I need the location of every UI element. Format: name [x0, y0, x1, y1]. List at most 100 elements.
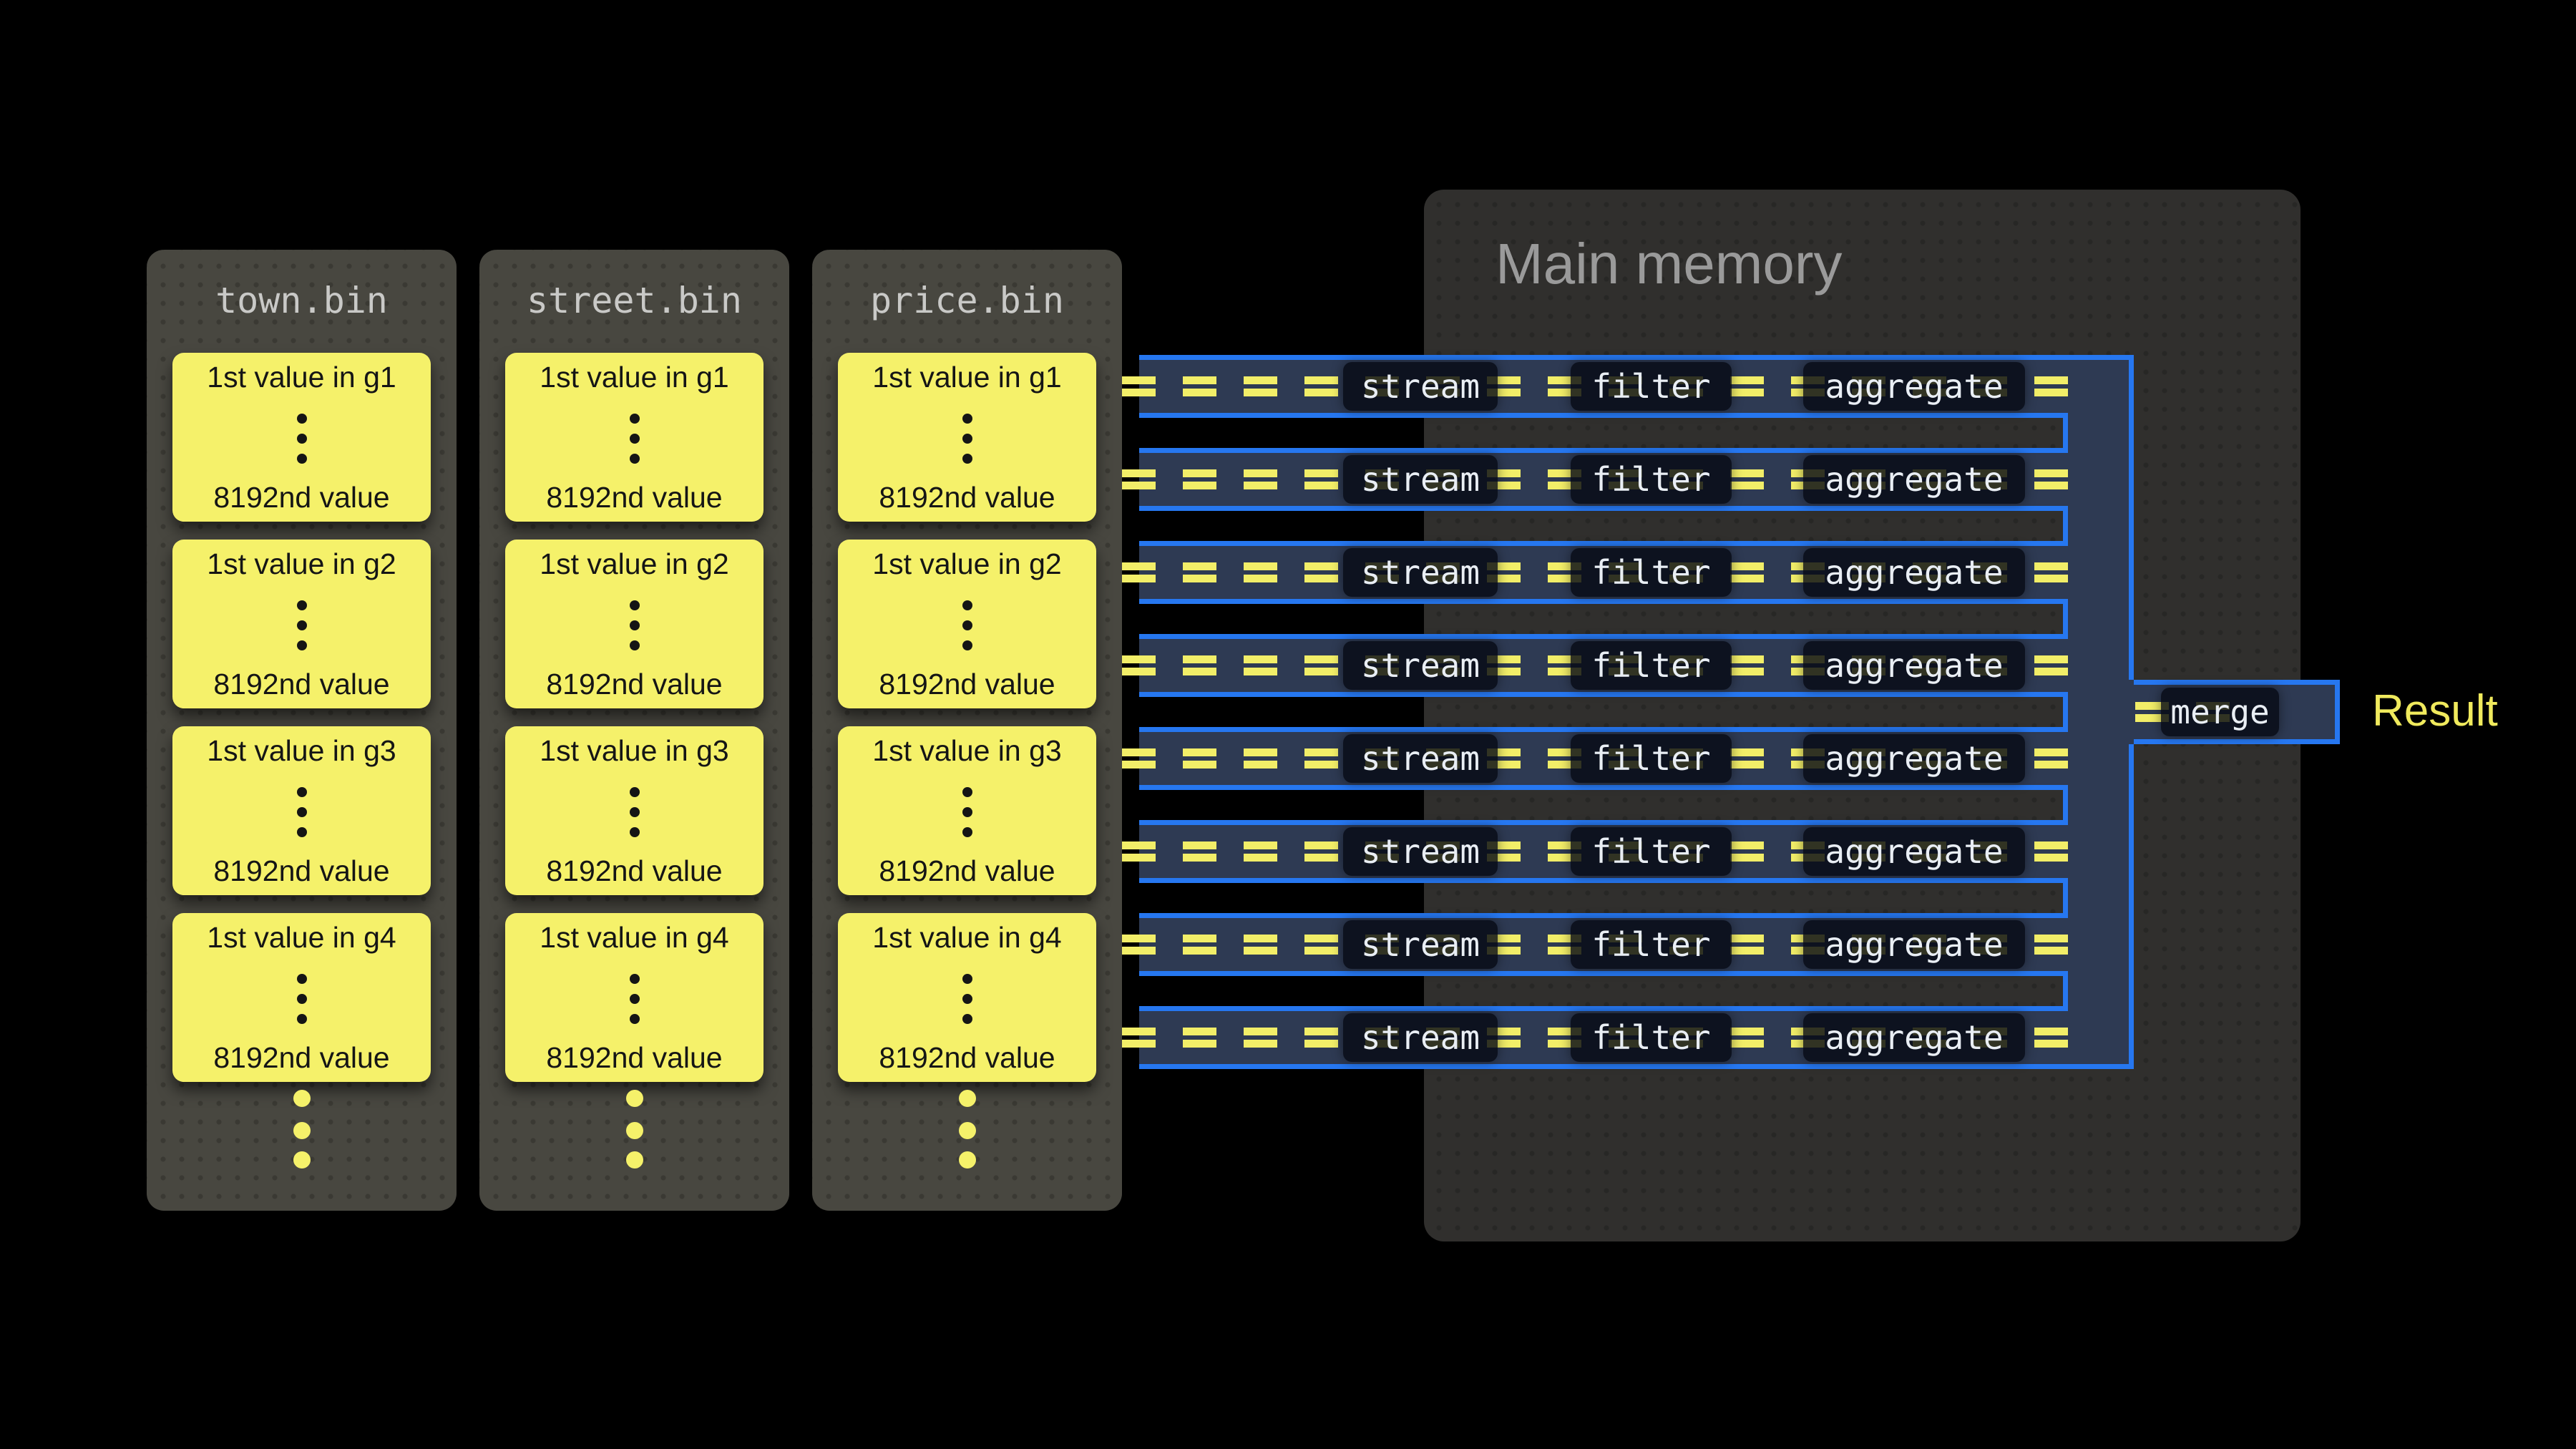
first-value-label: 1st value in g4 [505, 921, 763, 955]
block-ellipsis-dot [297, 974, 307, 984]
block-ellipsis-dot [297, 827, 307, 837]
stream-operator-label: stream [1361, 367, 1480, 406]
block-ellipsis-dot [962, 1014, 972, 1024]
aggregate-operator-box: aggregate [1803, 734, 2025, 783]
pipeline-lane: streamfilteraggregate [1139, 541, 2068, 604]
block-ellipsis-dot [962, 640, 972, 650]
stream-operator-label: stream [1361, 646, 1480, 685]
pipeline-lane: stream filter aggregate [1139, 913, 2068, 976]
value-block: 1st value in g28192nd value [172, 540, 431, 708]
filter-operator-label: filter [1591, 1018, 1710, 1057]
block-ellipsis-dot [962, 434, 972, 444]
block-ellipsis-dot [297, 600, 307, 610]
first-value-label: 1st value in g4 [838, 921, 1096, 955]
block-ellipsis-dot [630, 807, 640, 817]
block-ellipsis-dot [630, 974, 640, 984]
block-ellipsis-dot [962, 827, 972, 837]
value-block: 1st value in g3 8192nd value [505, 726, 763, 895]
filter-operator-label: filter [1591, 925, 1710, 964]
last-value-label: 8192nd value [505, 481, 763, 514]
block-ellipsis-dot [630, 434, 640, 444]
value-block: 1st value in g28192nd value [505, 540, 763, 708]
value-block: 1st value in g18192nd value [172, 353, 431, 522]
aggregate-operator-label: aggregate [1825, 925, 2003, 964]
channel-right-border-top [2129, 355, 2134, 680]
aggregate-operator-label: aggregate [1825, 739, 2003, 778]
panel-ellipsis-dot [959, 1122, 976, 1139]
aggregate-operator-label: aggregate [1825, 832, 2003, 871]
aggregate-operator-label: aggregate [1825, 646, 2003, 685]
channel-gap-wall [2063, 790, 2068, 820]
first-value-label: 1st value in g1 [505, 361, 763, 394]
panel-ellipsis-dot [626, 1151, 643, 1169]
pipeline-lane: stream filter aggregate [1139, 448, 2068, 511]
stream-operator-box: stream [1343, 548, 1498, 597]
panel-ellipsis-dot [293, 1122, 311, 1139]
file-name-label: street.bin [479, 280, 789, 321]
filter-operator-label: filter [1591, 367, 1710, 406]
block-ellipsis-dot [630, 787, 640, 797]
value-block: 1st value in g38192nd value [172, 726, 431, 895]
panel-ellipsis-dot [626, 1122, 643, 1139]
first-value-label: 1st value in g1 [838, 361, 1096, 394]
block-ellipsis-dot [962, 414, 972, 424]
file-panel-price-bin: price.bin 1st value in g1 8192nd value 1st … [812, 250, 1122, 1211]
stream-operator-label: stream [1361, 460, 1480, 499]
channel-gap-wall [2063, 604, 2068, 634]
filter-operator-label: filter [1591, 646, 1710, 685]
first-value-label: 1st value in g4 [172, 921, 431, 955]
first-value-label: 1st value in g3 [838, 734, 1096, 768]
last-value-label: 8192nd value [172, 854, 431, 888]
value-block: 1st value in g4 8192nd value [172, 913, 431, 1082]
first-value-label: 1st value in g2 [838, 547, 1096, 581]
aggregate-operator-box: aggregate [1803, 362, 2025, 411]
block-ellipsis-dot [630, 414, 640, 424]
stream-operator-box: stream [1343, 734, 1498, 783]
first-value-label: 1st value in g3 [505, 734, 763, 768]
stream-operator-label: stream [1361, 832, 1480, 871]
stream-operator-box: stream [1343, 920, 1498, 969]
stream-operator-label: stream [1361, 1018, 1480, 1057]
block-ellipsis-dot [630, 994, 640, 1004]
last-value-label: 8192nd value [172, 1041, 431, 1075]
block-ellipsis-dot [962, 994, 972, 1004]
merge-lane: merge [2134, 680, 2340, 744]
filter-operator-box: filter [1571, 455, 1732, 504]
aggregate-operator-label: aggregate [1825, 460, 2003, 499]
pipeline-lane: stream filter aggregate [1139, 355, 2068, 418]
block-ellipsis-dot [297, 620, 307, 630]
merge-operator-label: merge [2170, 693, 2269, 731]
pipeline-lane: stream filter aggregate [1139, 634, 2068, 697]
filter-operator-box: filter [1571, 734, 1732, 783]
block-ellipsis-dot [297, 1014, 307, 1024]
stream-operator-box: stream [1343, 455, 1498, 504]
value-block: 1st value in g1 8192nd value [505, 353, 763, 522]
file-name-label: price.bin [812, 280, 1122, 321]
block-ellipsis-dot [297, 787, 307, 797]
stream-operator-box: stream [1343, 827, 1498, 876]
block-ellipsis-dot [962, 620, 972, 630]
panel-ellipsis-dot [959, 1151, 976, 1169]
last-value-label: 8192nd value [838, 1041, 1096, 1075]
last-value-label: 8192nd value [172, 668, 431, 701]
block-ellipsis-dot [630, 620, 640, 630]
value-block: 1st value in g4 8192nd value [505, 913, 763, 1082]
last-value-label: 8192nd value [172, 481, 431, 514]
filter-operator-label: filter [1591, 739, 1710, 778]
aggregate-operator-box: aggregate [1803, 920, 2025, 969]
panel-ellipsis-dot [626, 1090, 643, 1107]
panel-ellipsis-dot [293, 1090, 311, 1107]
file-panel-street-bin: street.bin1st value in g18192nd value1st… [479, 250, 789, 1211]
diagram-canvas: Main memory town.bin1st value in g18192n… [0, 0, 2576, 1449]
last-value-label: 8192nd value [505, 1041, 763, 1075]
stream-operator-label: stream [1361, 553, 1480, 592]
collector-channel [2068, 355, 2134, 1069]
block-ellipsis-dot [630, 600, 640, 610]
block-ellipsis-dot [297, 640, 307, 650]
file-name-label: town.bin [147, 280, 457, 321]
block-ellipsis-dot [297, 807, 307, 817]
filter-operator-box: filter [1571, 920, 1732, 969]
filter-operator-box: filter [1571, 1013, 1732, 1062]
aggregate-operator-box: aggregate [1803, 641, 2025, 690]
last-value-label: 8192nd value [505, 854, 763, 888]
